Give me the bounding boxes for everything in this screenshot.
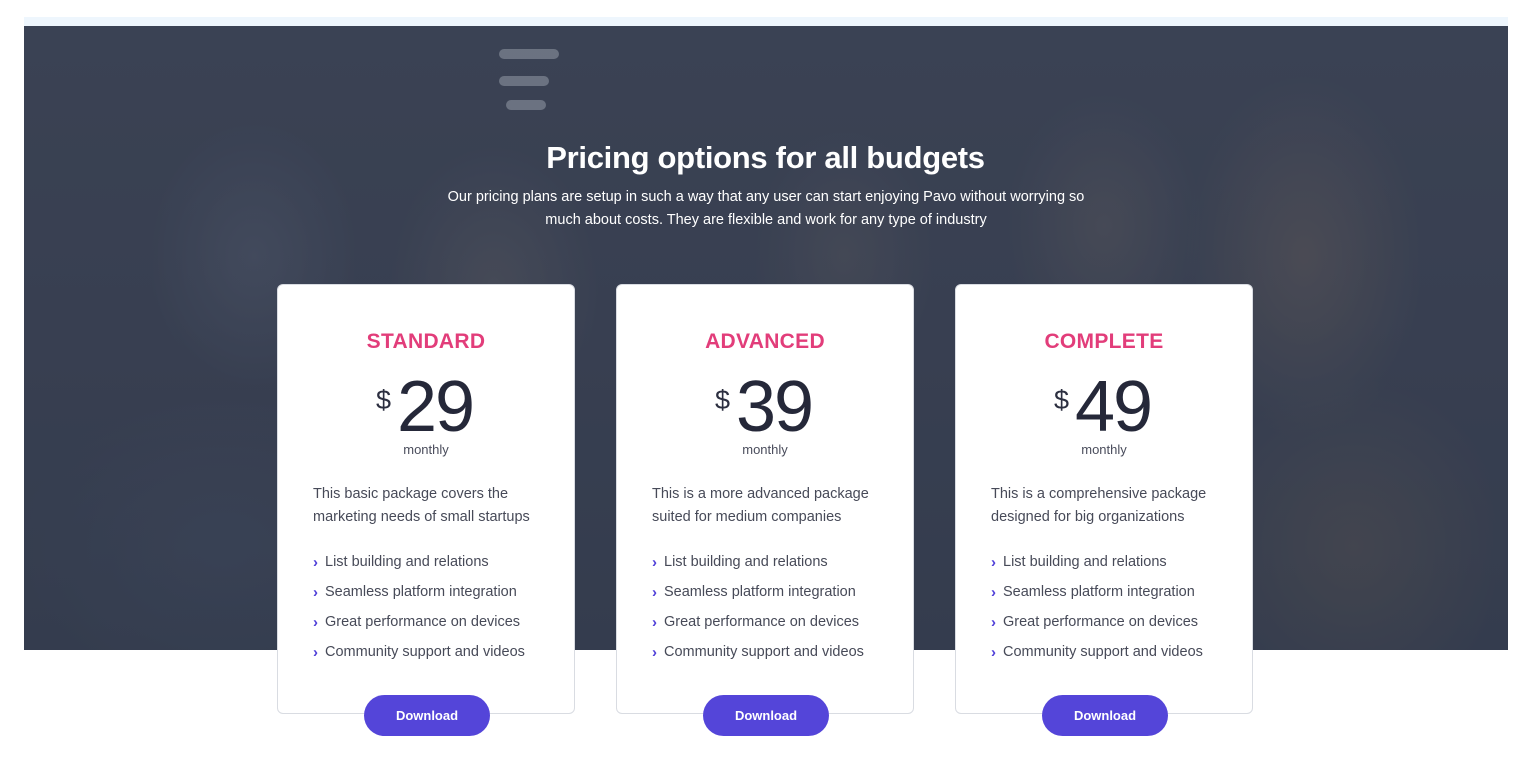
- chevron-right-icon: ›: [313, 553, 318, 571]
- price-period: monthly: [403, 442, 449, 457]
- feature-text: List building and relations: [1003, 554, 1167, 570]
- feature-list: › List building and relations › Seamless p…: [313, 547, 563, 667]
- chevron-right-icon: ›: [313, 643, 318, 661]
- background-decoration: [499, 49, 559, 59]
- chevron-right-icon: ›: [991, 643, 996, 661]
- chevron-right-icon: ›: [991, 553, 996, 571]
- feature-item: › Seamless platform integration: [652, 577, 902, 607]
- background-decoration: [506, 100, 546, 110]
- pricing-card-standard: STANDARD $ 29 monthly This basic package…: [277, 284, 575, 736]
- feature-item: › Great performance on devices: [991, 607, 1241, 637]
- feature-text: List building and relations: [664, 554, 828, 570]
- chevron-right-icon: ›: [652, 583, 657, 601]
- feature-item: › List building and relations: [313, 547, 563, 577]
- price-amount: 39: [736, 367, 814, 447]
- download-button-complete[interactable]: Download: [1042, 695, 1168, 736]
- plan-name: ADVANCED: [705, 330, 825, 353]
- price-currency: $: [1054, 385, 1070, 415]
- chevron-right-icon: ›: [652, 643, 657, 661]
- feature-text: Seamless platform integration: [325, 584, 517, 600]
- feature-item: › Great performance on devices: [652, 607, 902, 637]
- price-period: monthly: [742, 442, 788, 457]
- feature-list: › List building and relations › Seamless p…: [652, 547, 902, 667]
- chevron-right-icon: ›: [313, 583, 318, 601]
- pricing-card-advanced: ADVANCED $ 39 monthly This is a more adv…: [616, 284, 914, 736]
- feature-text: Great performance on devices: [325, 614, 521, 630]
- plan-description: This is a comprehensive package designed…: [991, 486, 1207, 525]
- feature-text: List building and relations: [325, 554, 489, 570]
- plan-name: COMPLETE: [1044, 330, 1164, 353]
- feature-item: › Community support and videos: [313, 637, 563, 667]
- top-strip: [24, 17, 1508, 26]
- pricing-card-complete: COMPLETE $ 49 monthly This is a comprehe…: [955, 284, 1253, 736]
- section-subtitle: Our pricing plans are setup in such a wa…: [447, 189, 1085, 228]
- feature-text: Seamless platform integration: [1003, 584, 1195, 600]
- feature-item: › Seamless platform integration: [991, 577, 1241, 607]
- chevron-right-icon: ›: [991, 613, 996, 631]
- plan-name: STANDARD: [366, 330, 486, 353]
- feature-item: › Seamless platform integration: [313, 577, 563, 607]
- plan-description: This basic package covers the marketing …: [313, 486, 530, 525]
- feature-text: Community support and videos: [325, 644, 525, 660]
- feature-text: Great performance on devices: [1003, 614, 1199, 630]
- price-currency: $: [376, 385, 392, 415]
- feature-text: Great performance on devices: [664, 614, 860, 630]
- section-title: Pricing options for all budgets: [546, 140, 985, 175]
- feature-item: › List building and relations: [652, 547, 902, 577]
- feature-list: › List building and relations › Seamless p…: [991, 547, 1241, 667]
- chevron-right-icon: ›: [991, 583, 996, 601]
- price-period: monthly: [1081, 442, 1127, 457]
- background-decoration: [499, 76, 549, 86]
- feature-item: › Community support and videos: [652, 637, 902, 667]
- chevron-right-icon: ›: [652, 553, 657, 571]
- chevron-right-icon: ›: [652, 613, 657, 631]
- feature-text: Seamless platform integration: [664, 584, 856, 600]
- feature-text: Community support and videos: [1003, 644, 1203, 660]
- feature-item: › Great performance on devices: [313, 607, 563, 637]
- feature-text: Community support and videos: [664, 644, 864, 660]
- price-amount: 29: [397, 367, 475, 447]
- price-currency: $: [715, 385, 731, 415]
- download-button-standard[interactable]: Download: [364, 695, 490, 736]
- plan-description: This is a more advanced package suited f…: [652, 486, 869, 525]
- chevron-right-icon: ›: [313, 613, 318, 631]
- feature-item: › Community support and videos: [991, 637, 1241, 667]
- price-amount: 49: [1075, 367, 1153, 447]
- feature-item: › List building and relations: [991, 547, 1241, 577]
- download-button-advanced[interactable]: Download: [703, 695, 829, 736]
